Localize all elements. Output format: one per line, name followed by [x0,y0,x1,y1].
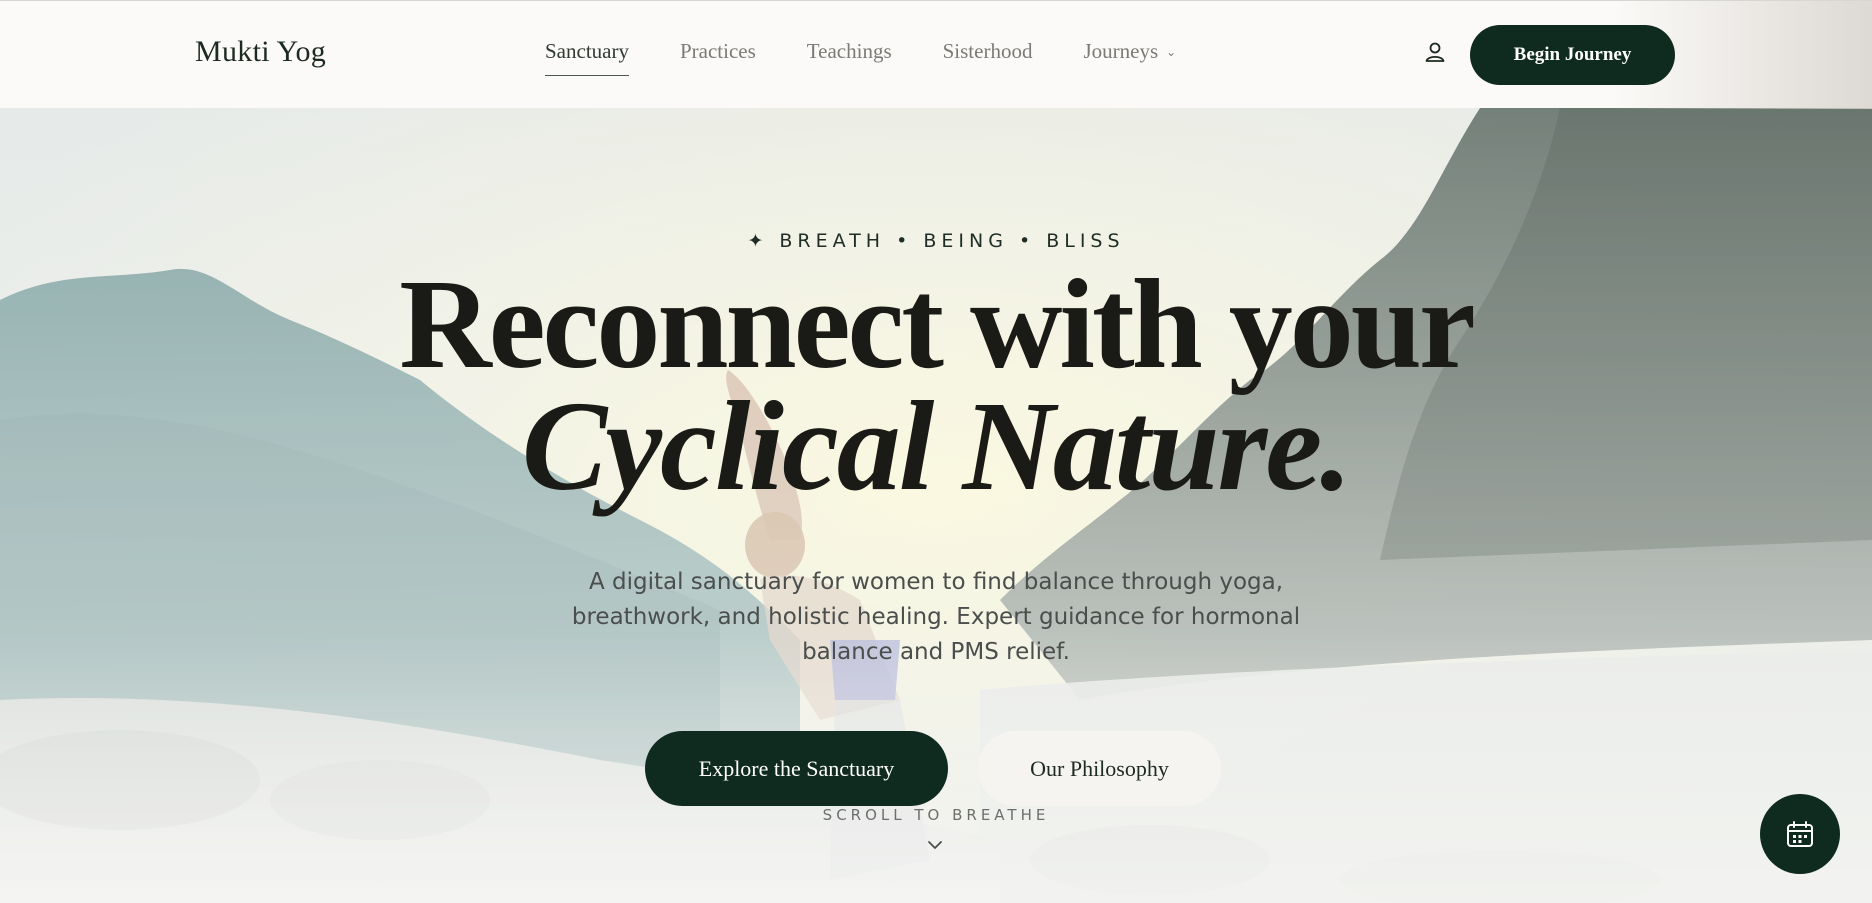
top-navigation-bar: Mukti Yog Sanctuary Practices Teachings … [0,0,1872,109]
our-philosophy-button[interactable]: Our Philosophy [978,731,1221,806]
nav-item-label: Journeys [1083,39,1159,63]
headline-line-2: Cyclical Nature. [521,375,1352,517]
nav-item-label: Sisterhood [942,39,1033,63]
explore-sanctuary-button[interactable]: Explore the Sanctuary [645,731,948,806]
scroll-hint: SCROLL TO BREATHE [822,806,1050,824]
chevron-down-icon: ⌄ [1166,45,1177,59]
calendar-fab-button[interactable] [1760,794,1840,874]
nav-item-label: Practices [679,39,756,63]
hero-tagline: ✦ BREATH • BEING • BLISS [747,230,1125,252]
nav-item-sisterhood[interactable]: Sisterhood [943,39,1033,64]
headline-line-1: Reconnect with your [399,253,1476,395]
brand-logo[interactable]: Mukti Yog [195,35,326,69]
nav-item-label: Sanctuary [545,39,629,63]
nav-item-label: Teachings [806,39,892,63]
nav-item-sanctuary[interactable]: Sanctuary [545,39,629,76]
nav-item-journeys[interactable]: Journeys ⌄ [1083,39,1176,64]
user-icon[interactable] [1422,39,1448,65]
nav-item-practices[interactable]: Practices [680,39,756,64]
chevron-down-icon[interactable] [926,838,944,852]
hero-headline: Reconnect with your Cyclical Nature. [0,253,1872,517]
hero-cta-group: Explore the Sanctuary Our Philosophy [645,731,1221,806]
main-nav: Sanctuary Practices Teachings Sisterhood… [545,39,1227,76]
calendar-icon [1787,821,1813,847]
begin-journey-button[interactable]: Begin Journey [1470,25,1675,85]
nav-item-teachings[interactable]: Teachings [807,39,892,64]
hero-subtitle: A digital sanctuary for women to find ba… [571,569,1301,665]
